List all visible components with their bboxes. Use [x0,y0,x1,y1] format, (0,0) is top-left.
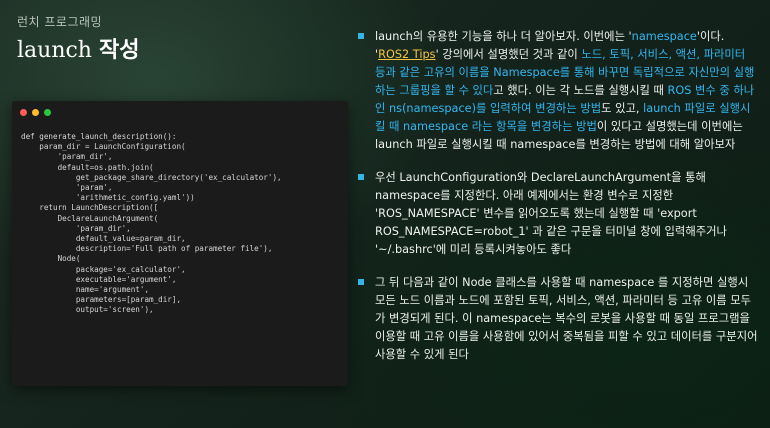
code-window: def generate_launch_description(): param… [12,101,348,386]
code-line: get_package_share_directory('ex_calculat… [21,172,282,182]
ros2-tips-link[interactable]: ROS2 Tips [378,48,435,61]
slide-title: launch 작성 [17,32,139,64]
bullet-text: 고 했다. 이는 각 노드를 실행시킬 때 [493,84,668,97]
code-line: package='ex_calculator', [21,264,186,274]
code-line: default=os.path.join( [21,162,154,172]
code-line: Node( [21,254,81,264]
code-line: param_dir = LaunchConfiguration( [21,142,186,152]
code-block: def generate_launch_description(): param… [21,132,282,316]
code-line: return LaunchDescription([ [21,203,159,213]
code-line: DeclareLaunchArgument( [21,213,159,223]
code-line: 'param', [21,183,113,193]
close-dot-icon [20,109,27,116]
code-line: output='screen'), [21,305,154,315]
title-launch: launch [17,38,92,63]
bullet-text: 도 있고, [601,102,644,115]
bullet-list: launch의 유용한 기능을 하나 더 알아보자. 이번에는 'namespa… [358,28,758,379]
title-write: 작성 [98,38,140,63]
bullet-item: 그 뒤 다음과 같이 Node 클래스를 사용할 때 namespace 를 지… [358,274,758,364]
code-line: 'param_dir', [21,223,131,233]
bullet-text: launch의 유용한 기능을 하나 더 알아보자. 이번에는 ' [375,30,632,43]
code-line: executable='argument', [21,274,177,284]
code-line: 'param_dir', [21,152,113,162]
minimize-dot-icon [32,109,39,116]
slide-subtitle: 런치 프로그래밍 [17,15,103,29]
code-line: parameters=[param_dir], [21,295,182,305]
code-line: 'arithmetic_config.yaml')) [21,193,195,203]
square-bullet-icon [358,174,364,180]
maximize-dot-icon [44,109,51,116]
code-line: name='argument', [21,285,150,295]
window-controls [20,109,51,116]
bullet-item: 우선 LaunchConfiguration와 DeclareLaunchArg… [358,169,758,259]
bullet-text: 그 뒤 다음과 같이 Node 클래스를 사용할 때 namespace 를 지… [375,276,758,361]
square-bullet-icon [358,33,364,39]
bullet-item: launch의 유용한 기능을 하나 더 알아보자. 이번에는 'namespa… [358,28,758,154]
bullet-text: 우선 LaunchConfiguration와 DeclareLaunchArg… [375,171,727,256]
highlight-text: namespace [631,30,697,43]
code-line: default_value=param_dir, [21,234,186,244]
code-line: def generate_launch_description(): [21,132,177,141]
code-line: description='Full path of parameter file… [21,244,273,254]
bullet-text: ' 강의에서 설명했던 것과 같이 [435,48,582,61]
square-bullet-icon [358,279,364,285]
